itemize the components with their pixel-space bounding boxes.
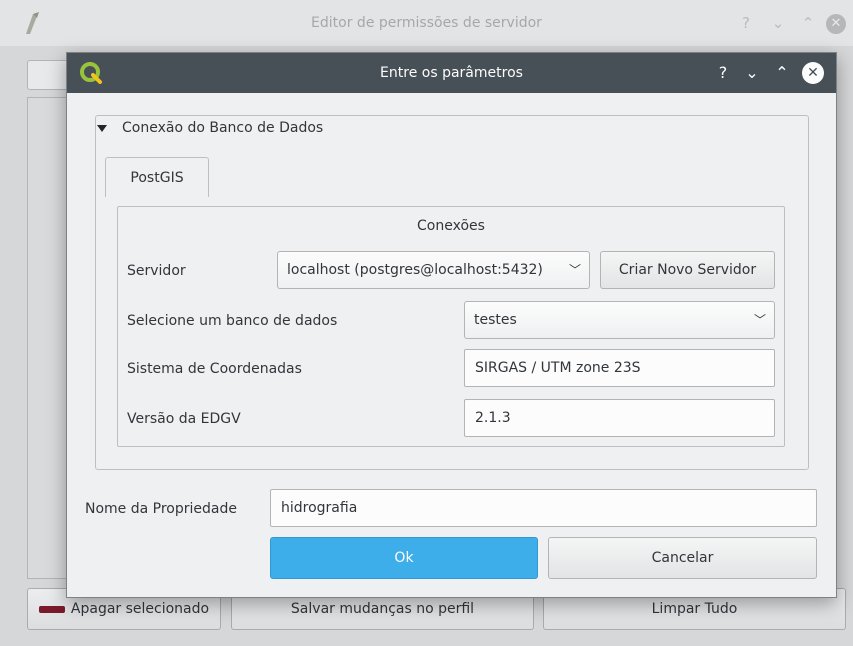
bg-help-button[interactable]: ?: [736, 12, 756, 34]
dialog-maximize-button[interactable]: ⌃: [772, 62, 792, 84]
dialog-close-button[interactable]: ✕: [802, 62, 824, 84]
dialog-minimize-button[interactable]: ⌄: [742, 62, 762, 84]
connections-heading: Conexões: [417, 218, 485, 234]
group-title[interactable]: Conexão do Banco de Dados: [122, 117, 323, 139]
crs-field[interactable]: SIRGAS / UTM zone 23S: [464, 349, 775, 387]
delete-selected-label: Apagar selecionado: [70, 601, 210, 617]
crs-label: Sistema de Coordenadas: [127, 361, 302, 377]
server-label: Servidor: [127, 263, 186, 279]
database-label: Selecione um banco de dados: [127, 313, 338, 329]
bg-close-button[interactable]: ✕: [826, 14, 846, 34]
delete-icon: [38, 605, 65, 613]
ok-button[interactable]: Ok: [270, 537, 538, 579]
bg-minimize-button[interactable]: ⌄: [768, 12, 788, 34]
create-new-server-button[interactable]: Criar Novo Servidor: [600, 251, 775, 289]
parameters-dialog: Entre os parâmetros ? ⌄ ⌃ ✕ Conexão do B…: [66, 52, 837, 598]
cancel-button[interactable]: Cancelar: [548, 537, 817, 579]
property-name-input[interactable]: hidrografia: [270, 489, 817, 527]
tab-postgis[interactable]: PostGIS: [105, 157, 209, 197]
database-value: testes: [474, 312, 517, 328]
dialog-help-button[interactable]: ?: [713, 62, 733, 84]
server-value: localhost (postgres@localhost:5432): [287, 262, 543, 278]
background-window-title: Editor de permissões de servidor: [311, 15, 542, 31]
database-combobox[interactable]: testes ﹀: [464, 301, 775, 339]
chevron-down-icon: ﹀: [568, 263, 581, 277]
server-combobox[interactable]: localhost (postgres@localhost:5432) ﹀: [277, 251, 590, 289]
collapse-arrow-icon[interactable]: [97, 125, 107, 132]
edgv-version-field[interactable]: 2.1.3: [464, 399, 775, 437]
bg-maximize-button[interactable]: ⌃: [798, 12, 818, 34]
property-name-label: Nome da Propriedade: [85, 501, 237, 517]
chevron-down-icon: ﹀: [753, 313, 766, 327]
edgv-label: Versão da EDGV: [127, 411, 241, 427]
